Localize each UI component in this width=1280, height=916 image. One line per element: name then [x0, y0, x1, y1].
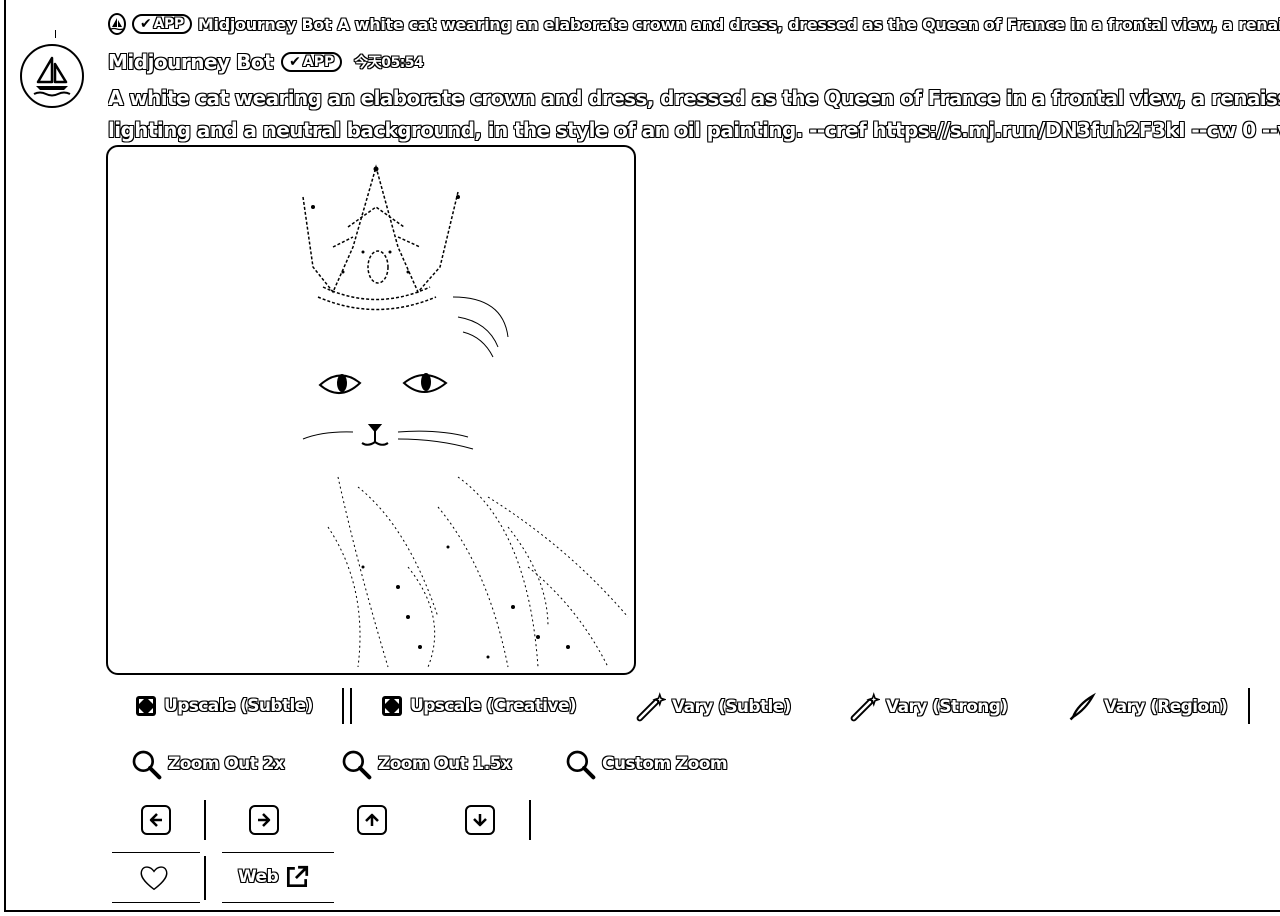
- zoom-out-1-5x-button[interactable]: Zoom Out 1.5x: [340, 748, 512, 780]
- magnifier-icon: [132, 750, 162, 780]
- magnifier-icon: [566, 750, 596, 780]
- reply-snippet[interactable]: A white cat wearing an elaborate crown a…: [337, 15, 1280, 34]
- generated-image[interactable]: [106, 145, 636, 675]
- reply-connector: [55, 30, 56, 38]
- custom-zoom-button[interactable]: Custom Zoom: [564, 748, 728, 780]
- button-divider: [204, 856, 206, 900]
- vary-region-button[interactable]: Vary (Region): [1068, 692, 1228, 722]
- reply-author[interactable]: Midjourney Bot: [198, 15, 332, 34]
- row-divider: [222, 852, 334, 853]
- vary-subtle-button[interactable]: Vary (Subtle): [636, 692, 791, 722]
- pan-up-button[interactable]: [356, 804, 388, 836]
- row-divider: [222, 902, 334, 903]
- zoom-out-2x-button[interactable]: Zoom Out 2x: [130, 748, 285, 780]
- pan-right-button[interactable]: [248, 804, 280, 836]
- prompt-line-2: lighting and a neutral background, in th…: [108, 118, 1280, 142]
- button-divider: [1248, 688, 1250, 724]
- sailboat-icon: [110, 18, 124, 31]
- check-icon: ✔: [289, 54, 301, 70]
- arrow-left-icon: [141, 805, 171, 835]
- external-link-icon: [287, 865, 309, 888]
- arrow-up-icon: [357, 805, 387, 835]
- avatar[interactable]: [20, 44, 84, 108]
- timestamp: 今天05:54: [354, 55, 424, 71]
- frame-left-border: [4, 0, 6, 910]
- button-divider: [529, 800, 531, 840]
- prompt-line-1: A white cat wearing an elaborate crown a…: [108, 86, 1280, 110]
- magnifier-icon: [342, 750, 372, 780]
- upscale-icon: [136, 696, 156, 716]
- reply-avatar: [108, 13, 126, 35]
- button-divider: [350, 688, 352, 724]
- pan-left-button[interactable]: [140, 804, 172, 836]
- message-header: Midjourney Bot ✔ APP 今天05:54: [108, 48, 424, 76]
- sailboat-icon: [33, 56, 71, 97]
- favorite-button[interactable]: [138, 862, 170, 894]
- row-divider: [112, 902, 200, 903]
- row-divider: [112, 852, 200, 853]
- arrow-right-icon: [249, 805, 279, 835]
- upscale-icon: [382, 696, 402, 716]
- check-icon: ✔: [140, 16, 152, 32]
- reply-reference[interactable]: ✔ APP Midjourney Bot A white cat wearing…: [108, 12, 1280, 36]
- vary-strong-button[interactable]: Vary (Strong): [850, 692, 1008, 722]
- button-divider: [342, 688, 344, 724]
- heart-icon: [140, 866, 168, 891]
- magic-wand-icon: [850, 692, 880, 722]
- reply-app-badge: ✔ APP: [132, 14, 192, 34]
- web-link-button[interactable]: Web: [238, 864, 310, 890]
- pan-down-button[interactable]: [464, 804, 496, 836]
- magic-wand-icon: [636, 692, 666, 722]
- arrow-down-icon: [465, 805, 495, 835]
- upscale-creative-button[interactable]: Upscale (Creative): [380, 694, 577, 718]
- app-badge: ✔ APP: [281, 52, 343, 72]
- upscale-subtle-button[interactable]: Upscale (Subtle): [134, 694, 313, 718]
- cat-queen-image: [302, 164, 629, 668]
- username[interactable]: Midjourney Bot: [108, 50, 274, 74]
- button-divider: [204, 800, 206, 840]
- brush-icon: [1069, 692, 1096, 721]
- frame-bottom-border: [4, 910, 1280, 912]
- prompt-text: A white cat wearing an elaborate crown a…: [108, 82, 1280, 146]
